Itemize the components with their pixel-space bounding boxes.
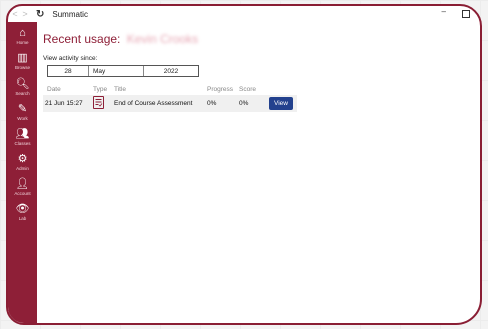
background: < > ↻ Summatic – ⌂ Home ▥ Browse 🔍︎ Sear… <box>0 0 488 329</box>
sidebar-item-label: Work <box>17 116 28 121</box>
sidebar-item-label: Lab <box>18 216 27 221</box>
row-date: 21 Jun 15:27 <box>45 100 83 107</box>
user-name: Kevin Crooks <box>126 32 199 46</box>
home-icon: ⌂ <box>19 27 26 39</box>
eye-icon: 👁︎ <box>15 203 30 215</box>
day-field[interactable]: 28 <box>48 68 88 75</box>
month-field[interactable]: May <box>89 68 143 75</box>
sidebar-item-admin[interactable]: ⚙ Admin <box>8 154 37 172</box>
column-header-type: Type <box>93 86 108 93</box>
assessment-icon <box>93 96 104 109</box>
sidebar-item-lab[interactable]: 👁︎ Lab <box>8 204 37 222</box>
view-button[interactable]: View <box>269 97 293 110</box>
page-title-text: Recent usage: <box>43 32 121 46</box>
sidebar-item-label: Account <box>14 191 31 196</box>
title-bar: < > ↻ Summatic – <box>8 6 480 22</box>
sidebar-item-label: Admin <box>16 166 29 171</box>
column-header-progress: Progress <box>207 86 234 93</box>
book-icon: ▥ <box>17 52 28 64</box>
year-field[interactable]: 2022 <box>144 68 198 75</box>
page-title: Recent usage: Kevin Crooks <box>43 32 198 46</box>
sidebar-item-work[interactable]: ✎ Work <box>8 104 37 122</box>
column-header-title: Title <box>114 86 127 93</box>
sidebar: ⌂ Home ▥ Browse 🔍︎ Search ✎ Work 👥︎ Clas… <box>8 22 37 323</box>
row-score: 0% <box>239 100 249 107</box>
window-title: Summatic <box>52 9 88 19</box>
column-header-score: Score <box>239 86 256 93</box>
main-content: Recent usage: Kevin Crooks View activity… <box>43 22 480 323</box>
maximize-icon[interactable] <box>462 10 470 18</box>
sidebar-item-browse[interactable]: ▥ Browse <box>8 53 37 71</box>
minimize-icon[interactable]: – <box>442 8 446 18</box>
refresh-icon[interactable]: ↻ <box>36 9 44 20</box>
sidebar-item-search[interactable]: 🔍︎ Search <box>8 79 37 97</box>
row-title: End of Course Assessment <box>114 100 193 107</box>
classes-icon: 👥︎ <box>15 128 30 140</box>
app-window: < > ↻ Summatic – ⌂ Home ▥ Browse 🔍︎ Sear… <box>6 4 482 325</box>
since-label: View activity since: <box>43 55 98 62</box>
account-icon: 👤︎ <box>15 178 30 190</box>
date-picker: 28 May 2022 <box>47 65 199 77</box>
forward-icon[interactable]: > <box>20 9 30 19</box>
sidebar-item-label: Search <box>15 91 30 96</box>
sidebar-item-label: Browse <box>14 65 30 70</box>
sidebar-item-classes[interactable]: 👥︎ Classes <box>8 129 37 147</box>
sidebar-item-account[interactable]: 👤︎ Account <box>8 179 37 197</box>
sidebar-item-label: Home <box>16 40 29 45</box>
column-header-date: Date <box>47 86 61 93</box>
sidebar-item-label: Classes <box>14 141 31 146</box>
back-icon[interactable]: < <box>10 9 20 19</box>
window-controls: – <box>442 8 470 18</box>
row-progress: 0% <box>207 100 217 107</box>
sidebar-item-home[interactable]: ⌂ Home <box>8 28 37 46</box>
table-row: 21 Jun 15:27 End of Course Assessment 0%… <box>43 95 297 112</box>
admin-icon: ⚙ <box>17 153 28 165</box>
work-icon: ✎ <box>17 103 28 115</box>
search-icon: 🔍︎ <box>15 78 30 90</box>
